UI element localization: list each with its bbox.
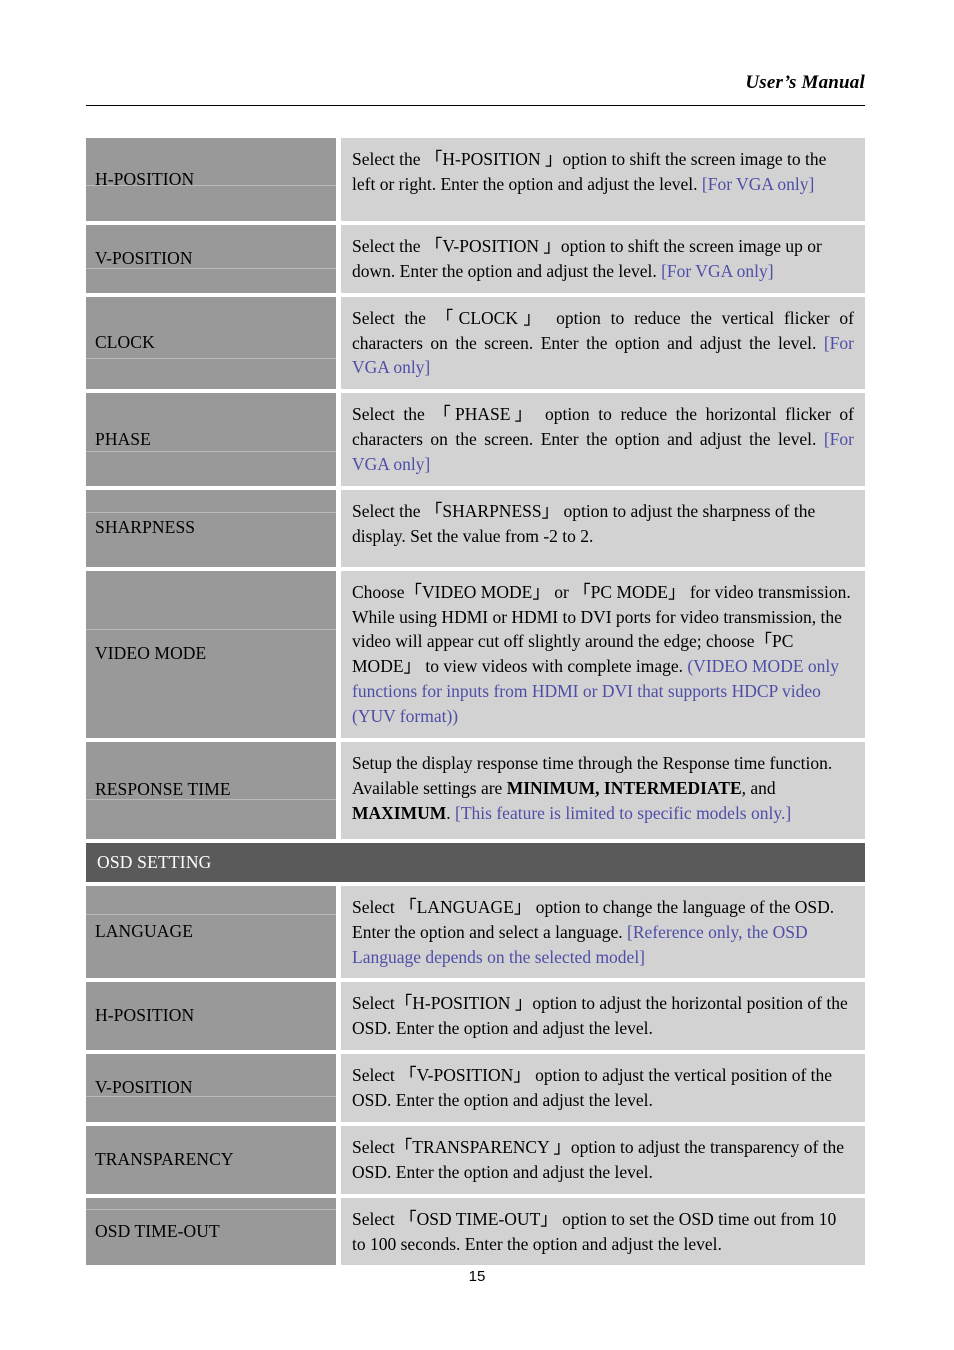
setting-name-label: H-POSITION [95,1005,195,1026]
setting-description-cell: Setup the display response time through … [341,741,865,839]
description-emphasis: MAXIMUM [352,802,447,823]
table-row: V-POSITION Select the 「V-POSITION 」option… [86,225,865,293]
setting-name-label: OSD TIME-OUT [95,1220,220,1241]
setting-name-cell: OSD TIME-OUT [86,1197,336,1266]
setting-name-label: V-POSITION [95,247,193,268]
setting-name-cell: H-POSITION [86,982,336,1051]
setting-name-cell: SHARPNESS [86,489,336,567]
description-text: Select「H-POSITION 」option to adjust the … [352,993,848,1039]
table-row: TRANSPARENCY Select「TRANSPARENCY 」option … [86,1125,865,1194]
page-header: User’s Manual [86,72,865,112]
description-text: Select 「OSD TIME-OUT」 option to set the … [352,1208,837,1254]
description-text: . [446,802,456,823]
table-row: LANGUAGE Select 「LANGUAGE」 option to chan… [86,885,865,979]
setting-description-cell: Select the 「PHASE」 option to reduce the … [341,393,865,486]
cell-subrule [86,451,336,453]
table-section-header: OSD SETTING [86,842,865,882]
setting-name-label: VIDEO MODE [95,643,207,664]
setting-name-cell: PHASE [86,393,336,486]
setting-name-label: PHASE [95,428,151,449]
setting-name-cell: CLOCK [86,296,336,390]
setting-name-cell: H-POSITION [86,138,336,221]
table-row: VIDEO MODE Choose「VIDEO MODE」 or 「PC MODE… [86,570,865,738]
cell-subrule [86,1208,336,1210]
table-row: OSD TIME-OUT Select 「OSD TIME-OUT」 option… [86,1197,865,1266]
setting-name-label: H-POSITION [95,168,195,189]
page-footer: 15 [0,1268,954,1286]
setting-name-cell: V-POSITION [86,1054,336,1122]
setting-name-cell: V-POSITION [86,225,336,293]
description-text: Select 「V-POSITION」 option to adjust the… [352,1065,833,1110]
setting-name-label: SHARPNESS [95,517,196,538]
table-row: SHARPNESS Select the 「SHARPNESS」 option t… [86,489,865,567]
table-row: H-POSITION Select the 「H-POSITION 」option… [86,138,865,221]
table-row: H-POSITION Select「H-POSITION 」option to a… [86,982,865,1051]
setting-name-label: CLOCK [95,332,155,353]
setting-description-cell: Select the 「CLOCK」 option to reduce the … [341,296,865,390]
description-text: Select the 「SHARPNESS」 option to adjust … [352,500,816,546]
cell-subrule [86,913,336,915]
setting-description-cell: Select 「LANGUAGE」 option to change the l… [341,885,865,979]
section-header-label: OSD SETTING [86,842,865,882]
setting-name-cell: LANGUAGE [86,885,336,979]
table-row: CLOCK Select the 「CLOCK」 option to reduce… [86,296,865,390]
setting-name-cell: TRANSPARENCY [86,1125,336,1194]
cell-subrule [86,628,336,630]
page-number: 15 [468,1268,486,1285]
setting-name-label: TRANSPARENCY [95,1148,234,1169]
setting-description-cell: Select the 「H-POSITION 」option to shift … [341,138,865,221]
setting-name-cell: VIDEO MODE [86,570,336,738]
setting-description-cell: Select the 「SHARPNESS」 option to adjust … [341,489,865,567]
setting-description-cell: Select the 「V-POSITION 」option to shift … [341,225,865,293]
setting-name-cell: RESPONSE TIME [86,741,336,839]
description-text: Select the 「PHASE」 option to reduce the … [352,404,854,450]
document-page: User’s Manual H-POSITION Select the 「H-PO… [0,0,954,1350]
setting-description-cell: Choose「VIDEO MODE」 or 「PC MODE」 for vide… [341,570,865,738]
setting-description-cell: Select「H-POSITION 」option to adjust the … [341,982,865,1051]
setting-description-cell: Select 「OSD TIME-OUT」 option to set the … [341,1197,865,1266]
cell-subrule [86,511,336,513]
table-row: RESPONSE TIME Setup the display response … [86,741,865,839]
cell-subrule [86,357,336,359]
osd-settings-table: H-POSITION Select the 「H-POSITION 」option… [86,138,865,1269]
description-note: [For VGA only] [661,260,774,281]
setting-name-label: RESPONSE TIME [95,779,231,800]
description-emphasis: MINIMUM, INTERMEDIATE [506,777,742,798]
description-note: [For VGA only] [701,173,815,194]
description-note: [This feature is limited to specific mod… [455,802,792,823]
table-row: V-POSITION Select 「V-POSITION」 option to … [86,1054,865,1122]
description-text: , and [741,777,776,798]
description-text: Select「TRANSPARENCY 」option to adjust th… [352,1136,845,1182]
table-row: PHASE Select the 「PHASE」 option to reduce… [86,393,865,486]
header-divider [86,105,865,106]
setting-name-label: V-POSITION [95,1076,193,1097]
setting-name-label: LANGUAGE [95,921,194,942]
description-text: Select the 「CLOCK」 option to reduce the … [352,307,854,353]
page-title: User’s Manual [745,72,865,93]
setting-description-cell: Select 「V-POSITION」 option to adjust the… [341,1054,865,1122]
setting-description-cell: Select「TRANSPARENCY 」option to adjust th… [341,1125,865,1194]
